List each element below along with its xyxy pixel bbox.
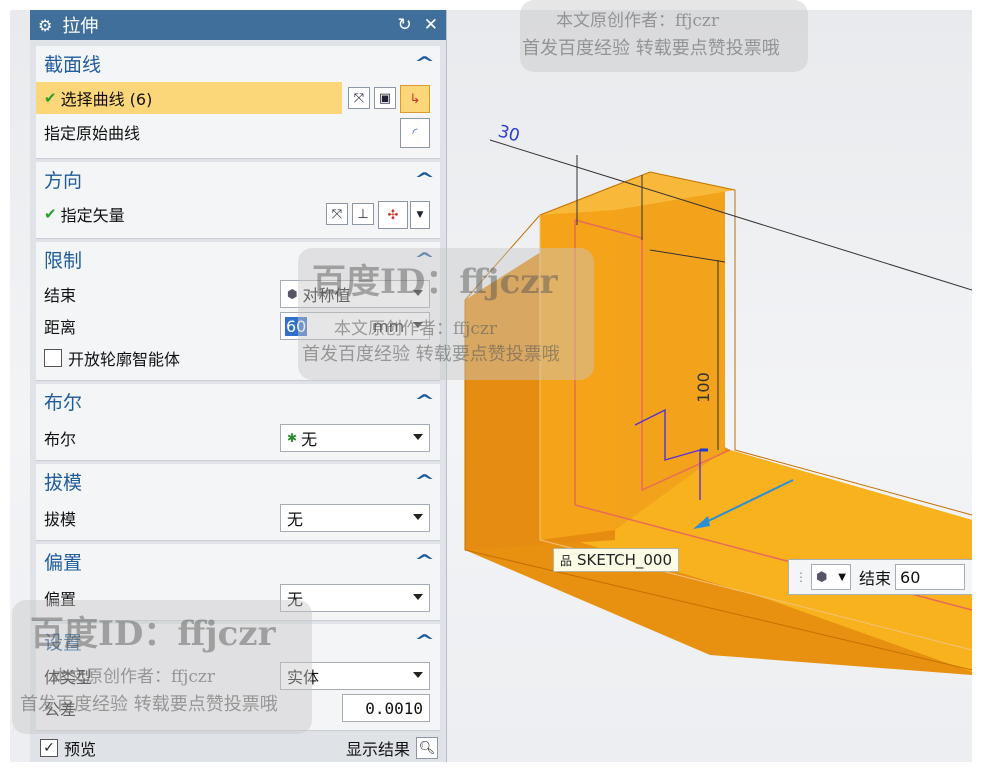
draft-value: 无 xyxy=(287,510,304,529)
collapse-icon[interactable]: ^ xyxy=(414,631,435,652)
collapse-icon[interactable]: ^ xyxy=(414,169,435,190)
check-icon: ✔ xyxy=(44,89,57,107)
check-icon: ✔ xyxy=(44,205,57,223)
limits-title: 限制 xyxy=(44,249,83,272)
watermark-top-line1: 本文原创作者：ffjczr xyxy=(556,11,719,31)
end-type-selector[interactable]: ⬢ ▼ xyxy=(811,564,851,590)
preview-label: 预览 xyxy=(64,740,97,759)
boolean-title: 布尔 xyxy=(44,391,83,414)
sketch-section-icon[interactable]: ▣ xyxy=(374,87,396,109)
watermark-top-line2: 首发百度经验 转载要点赞投票哦 xyxy=(522,38,780,59)
watermark-mid-line1: 本文原创作者：ffjczr xyxy=(334,319,497,339)
draft-label: 拔模 xyxy=(44,510,77,529)
chevron-down-icon xyxy=(413,594,423,600)
origin-curve-icon[interactable]: ◜ xyxy=(400,118,430,148)
preview-checkbox[interactable]: ✓ xyxy=(40,739,58,757)
collapse-icon[interactable]: ^ xyxy=(414,551,435,572)
sketch-tag[interactable]: 品 SKETCH_000 xyxy=(553,548,680,572)
collapse-icon[interactable]: ^ xyxy=(414,53,435,74)
onscreen-end-label: 结束 xyxy=(859,569,892,588)
direction-header[interactable]: 方向 ^ xyxy=(36,162,440,196)
chevron-down-icon xyxy=(413,434,423,440)
tolerance-value: 0.0010 xyxy=(365,698,423,718)
direction-group: 方向 ^ ✔ 指定矢量 ⤧ ⊥ ✣ ▼ xyxy=(36,162,440,239)
sketch-name: SKETCH_000 xyxy=(577,551,673,569)
draft-group: 拔模 ^ 拔模 无 xyxy=(36,464,440,541)
onscreen-end-input[interactable]: 60 xyxy=(895,564,966,590)
dimension-height-label[interactable]: 100 xyxy=(694,372,713,403)
search-icon[interactable]: 🔍︎ xyxy=(416,737,438,759)
draft-header[interactable]: 拔模 ^ xyxy=(36,464,440,498)
origin-curve-row[interactable]: 指定原始曲线 xyxy=(36,116,440,148)
origin-curve-label: 指定原始曲线 xyxy=(44,124,141,143)
chevron-down-icon xyxy=(413,672,423,678)
collapse-icon[interactable]: ^ xyxy=(414,391,435,412)
direction-title: 方向 xyxy=(44,169,83,192)
grip-icon[interactable]: ⋮ xyxy=(795,570,807,584)
boolean-group: 布尔 ^ 布尔 ✱ 无 xyxy=(36,384,440,461)
vector-dropdown-button[interactable]: ▼ xyxy=(410,201,430,229)
dialog-title: 拉伸 xyxy=(62,16,99,37)
boolean-none-icon: ✱ xyxy=(287,431,298,445)
preview-row: ✓ 预览 显示结果 🔍︎ xyxy=(36,734,440,762)
watermark-bottom-line2: 首发百度经验 转载要点赞投票哦 xyxy=(20,694,278,715)
watermark-mid-id: 百度ID：ffjczr xyxy=(312,262,558,302)
sketch-icon: 品 xyxy=(560,553,573,568)
boolean-value: 无 xyxy=(301,430,318,449)
watermark-bottom-line1: 本文原创作者：ffjczr xyxy=(52,667,215,687)
symmetric-icon: ⬢ xyxy=(287,287,298,301)
boolean-label: 布尔 xyxy=(44,430,77,449)
close-icon[interactable]: ✕ xyxy=(424,15,438,35)
vector-type-icon[interactable]: ✣ xyxy=(378,201,408,229)
open-profile-label: 开放轮廓智能体 xyxy=(68,350,181,369)
chevron-down-icon: ▼ xyxy=(838,571,846,583)
watermark-mid-line2: 首发百度经验 转载要点赞投票哦 xyxy=(302,344,560,365)
symmetric-icon: ⬢ xyxy=(816,569,828,585)
draft-dropdown[interactable]: 无 xyxy=(280,504,430,532)
show-result-label[interactable]: 显示结果 xyxy=(346,736,410,760)
boolean-dropdown[interactable]: ✱ 无 xyxy=(280,424,430,452)
collapse-icon[interactable]: ^ xyxy=(414,471,435,492)
onscreen-input-box: ⋮ ⬢ ▼ 结束 60 xyxy=(788,559,972,595)
select-curve-row[interactable]: ✔ 选择曲线 (6) xyxy=(36,82,342,114)
open-profile-checkbox[interactable] xyxy=(44,349,62,367)
watermark-bottom-id: 百度ID：ffjczr xyxy=(30,614,276,654)
draft-title: 拔模 xyxy=(44,471,83,494)
gear-icon[interactable]: ⚙ xyxy=(38,16,52,35)
boolean-header[interactable]: 布尔 ^ xyxy=(36,384,440,418)
reset-icon[interactable]: ↻ xyxy=(398,15,412,35)
vector-label: 指定矢量 xyxy=(60,206,125,225)
vector-dialog-icon[interactable]: ⊥ xyxy=(352,203,374,225)
select-curve-icon[interactable]: ↳ xyxy=(400,85,430,113)
section-curve-header[interactable]: 截面线 ^ xyxy=(36,46,440,80)
dialog-titlebar[interactable]: ⚙ 拉伸 ↻ ✕ xyxy=(30,10,446,40)
end-label: 结束 xyxy=(44,286,77,305)
offset-title: 偏置 xyxy=(44,551,83,574)
select-curve-label: 选择曲线 (6) xyxy=(60,90,153,109)
chevron-down-icon xyxy=(413,514,423,520)
tolerance-input[interactable]: 0.0010 xyxy=(342,694,430,722)
distance-label: 距离 xyxy=(44,318,77,337)
curve-rule-icon[interactable]: ⤧ xyxy=(348,87,370,109)
offset-header[interactable]: 偏置 ^ xyxy=(36,544,440,578)
reverse-direction-icon[interactable]: ⤧ xyxy=(326,203,348,225)
section-curve-group: 截面线 ^ ✔ 选择曲线 (6) ⤧ ▣ ↳ 指定原始曲线 ◜ xyxy=(36,46,440,159)
section-curve-title: 截面线 xyxy=(44,53,102,76)
